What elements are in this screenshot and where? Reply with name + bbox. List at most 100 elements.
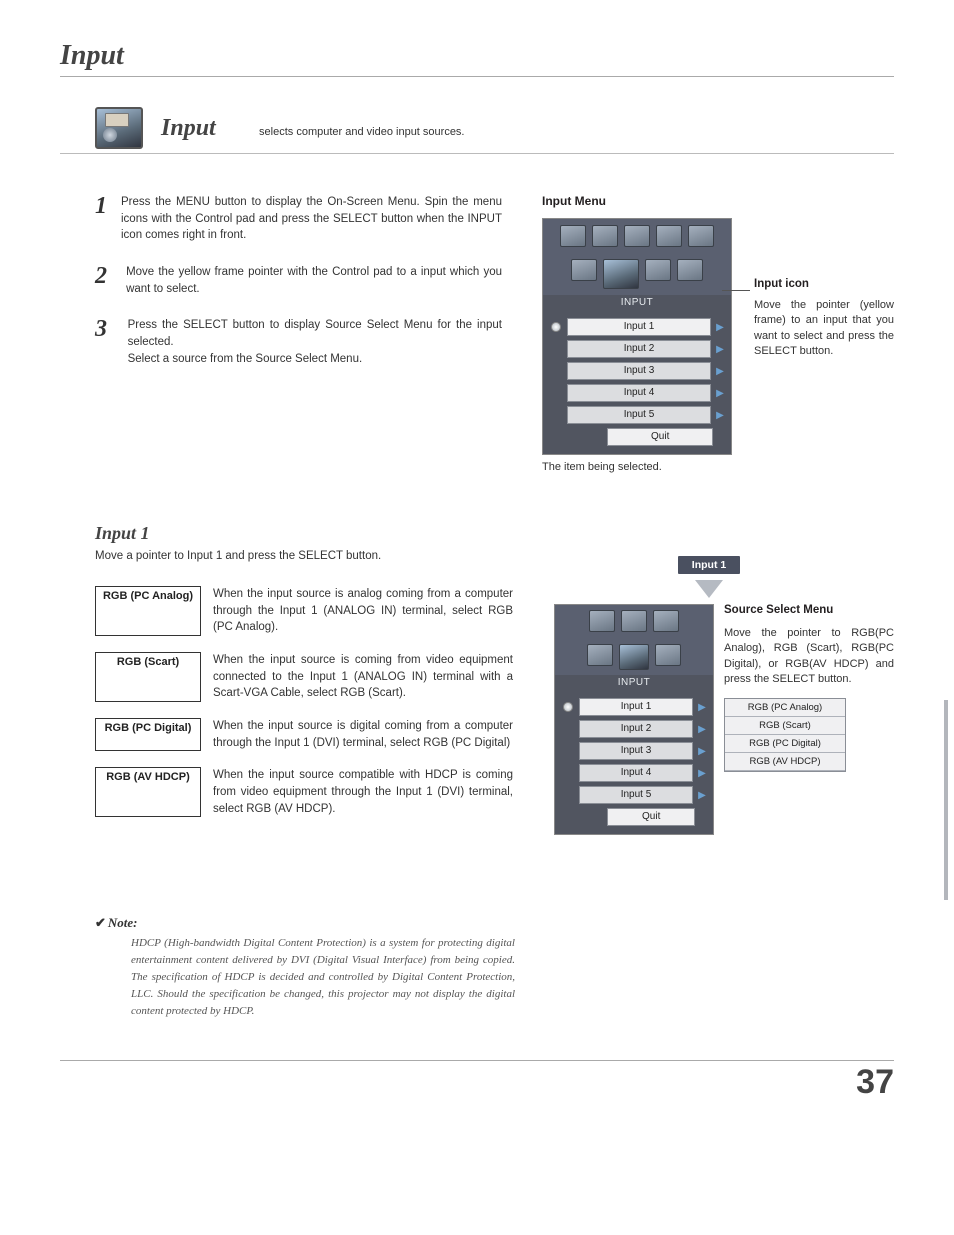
- chevron-right-icon: ▶: [697, 724, 707, 735]
- osd-item-label: Input 3: [567, 362, 711, 380]
- input1-badge: Input 1: [678, 556, 740, 574]
- input-icon-callout-title: Input icon: [754, 278, 894, 290]
- option-label: RGB (Scart): [95, 652, 201, 702]
- input-icon-callout-text: Move the pointer (yellow frame) to an in…: [754, 298, 894, 360]
- osd-input-menu-small: INPUT Input 1 ▶ Input 2▶ Input 3 ▶ Input …: [554, 604, 714, 835]
- osd-small-icon: [656, 225, 682, 247]
- ssm-caption: Move the pointer to RGB(PC Analog), RGB …: [724, 626, 894, 688]
- osd-small-icon: [587, 644, 613, 666]
- ssm-item-pc-analog[interactable]: RGB (PC Analog): [725, 699, 845, 717]
- step-text: Press the SELECT button to display Sourc…: [128, 317, 502, 367]
- source-select-menu: RGB (PC Analog) RGB (Scart) RGB (PC Digi…: [724, 698, 846, 772]
- osd-small-icon: [589, 610, 615, 632]
- osd-item-input1[interactable]: Input 1 ▶: [561, 696, 707, 718]
- ssm-item-pc-digital[interactable]: RGB (PC Digital): [725, 735, 845, 753]
- option-text: When the input source compatible with HD…: [213, 767, 513, 817]
- chevron-right-icon: ▶: [715, 410, 725, 421]
- selected-item-caption: The item being selected.: [542, 461, 894, 473]
- option-rgb-pc-analog: RGB (PC Analog) When the input source is…: [95, 586, 514, 636]
- section-subtitle: selects computer and video input sources…: [259, 126, 464, 138]
- osd-item-label: Input 1: [567, 318, 711, 336]
- steps-column: 1 Press the MENU button to display the O…: [95, 194, 502, 473]
- osd-label: INPUT: [543, 295, 731, 312]
- chevron-right-icon: ▶: [697, 790, 707, 801]
- option-label: RGB (PC Analog): [95, 586, 201, 636]
- osd-item-input5[interactable]: Input 5 ▶: [549, 404, 725, 426]
- divider: [60, 153, 894, 154]
- osd-item-input1[interactable]: Input 1 ▶: [549, 316, 725, 338]
- osd-small-icon: [621, 610, 647, 632]
- osd-iconbar: [555, 605, 713, 675]
- osd-input-icon: [619, 644, 649, 670]
- osd-item-input3[interactable]: Input 3 ▶: [561, 740, 707, 762]
- illustration-column: Input Menu INPUT: [542, 194, 894, 473]
- osd-item-input4[interactable]: Input 4▶: [561, 762, 707, 784]
- section-header: Input selects computer and video input s…: [95, 107, 894, 149]
- osd-item-quit[interactable]: Quit: [561, 806, 707, 828]
- osd-item-input4[interactable]: Input 4 ▶: [549, 382, 725, 404]
- step-text: Press the MENU button to display the On-…: [121, 194, 502, 244]
- osd-item-input2[interactable]: Input 2 ▶: [549, 338, 725, 360]
- osd-item-label: Input 4: [567, 384, 711, 402]
- ssm-item-scart[interactable]: RGB (Scart): [725, 717, 845, 735]
- page-number: 37: [60, 1063, 894, 1102]
- osd-list: Input 1 ▶ Input 2▶ Input 3 ▶ Input 4▶ Inp…: [555, 692, 713, 834]
- side-tab-bar: [944, 700, 948, 900]
- radio-dot-icon: [563, 702, 573, 712]
- ssm-item-av-hdcp[interactable]: RGB (AV HDCP): [725, 753, 845, 771]
- osd-iconbar: [543, 219, 731, 295]
- osd-small-icon: [688, 225, 714, 247]
- osd-label: INPUT: [555, 675, 713, 692]
- osd-item-label: Input 2: [567, 340, 711, 358]
- input-menu-heading: Input Menu: [542, 194, 894, 208]
- osd-item-label: Quit: [607, 428, 713, 446]
- osd-small-icon: [653, 610, 679, 632]
- osd-item-label: Input 1: [579, 698, 693, 716]
- chevron-right-icon: ▶: [697, 702, 707, 713]
- input-icon: [95, 107, 143, 149]
- osd-small-icon: [677, 259, 703, 281]
- chevron-right-icon: ▶: [715, 388, 725, 399]
- osd-small-icon: [624, 225, 650, 247]
- osd-item-input2[interactable]: Input 2▶: [561, 718, 707, 740]
- option-rgb-av-hdcp: RGB (AV HDCP) When the input source comp…: [95, 767, 514, 817]
- osd-item-label: Input 5: [579, 786, 693, 804]
- option-text: When the input source is digital coming …: [213, 718, 513, 751]
- osd-item-label: Quit: [607, 808, 695, 826]
- step-number: 1: [95, 194, 107, 244]
- step-2: 2 Move the yellow frame pointer with the…: [95, 264, 502, 297]
- osd-input-icon: [603, 259, 639, 289]
- osd-item-input5[interactable]: Input 5 ▶: [561, 784, 707, 806]
- osd-item-input3[interactable]: Input 3 ▶: [549, 360, 725, 382]
- osd-small-icon: [560, 225, 586, 247]
- page-title: Input: [60, 40, 894, 77]
- chevron-right-icon: ▶: [715, 322, 725, 333]
- note-heading-text: Note:: [108, 915, 138, 930]
- osd-input-menu: INPUT Input 1 ▶ Input 2 ▶ Input 3: [542, 218, 732, 455]
- input1-title: Input 1: [95, 523, 894, 544]
- chevron-right-icon: ▶: [697, 746, 707, 757]
- step-1: 1 Press the MENU button to display the O…: [95, 194, 502, 244]
- callout-line: [722, 290, 750, 291]
- step-number: 2: [95, 264, 112, 297]
- note-block: ✔Note: HDCP (High-bandwidth Digital Cont…: [95, 915, 515, 1020]
- chevron-right-icon: ▶: [697, 768, 707, 779]
- osd-small-icon: [571, 259, 597, 281]
- option-text: When the input source is analog coming f…: [213, 586, 513, 636]
- osd-item-label: Input 3: [579, 742, 693, 760]
- option-label: RGB (AV HDCP): [95, 767, 201, 817]
- option-rgb-pc-digital: RGB (PC Digital) When the input source i…: [95, 718, 514, 751]
- osd-small-icon: [645, 259, 671, 281]
- ssm-heading: Source Select Menu: [724, 604, 894, 616]
- down-arrow-icon: [695, 580, 723, 598]
- input1-options-column: RGB (PC Analog) When the input source is…: [60, 586, 514, 835]
- check-icon: ✔: [95, 915, 106, 930]
- input1-illustration-column: Input 1 INPUT Input 1: [554, 586, 894, 835]
- option-rgb-scart: RGB (Scart) When the input source is com…: [95, 652, 514, 702]
- step-3: 3 Press the SELECT button to display Sou…: [95, 317, 502, 367]
- chevron-right-icon: ▶: [715, 344, 725, 355]
- osd-item-quit[interactable]: Quit: [549, 426, 725, 448]
- osd-small-icon: [592, 225, 618, 247]
- chevron-right-icon: ▶: [715, 366, 725, 377]
- section-title: Input: [161, 115, 216, 141]
